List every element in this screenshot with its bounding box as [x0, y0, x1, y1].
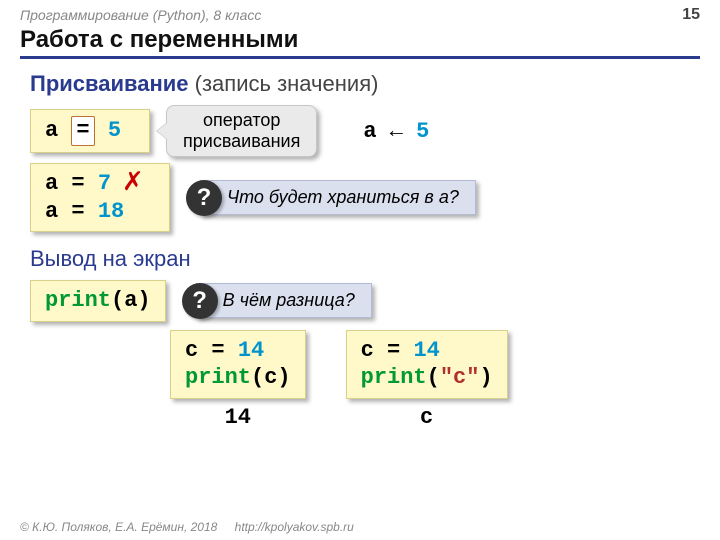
output-example-1: 14 [225, 405, 251, 430]
course-label: Программирование (Python), 8 класс [20, 7, 261, 23]
code-print-a: print(a) [30, 280, 166, 322]
question-what-stored: Что будет храниться в a? [200, 180, 476, 215]
footer: © К.Ю. Поляков, Е.А. Ерёмин, 2018 http:/… [20, 520, 354, 534]
callout-assignment-operator: оператор присваивания [166, 105, 317, 157]
output-example-2: c [420, 405, 433, 430]
code-reassign: a = 7 a = 18 ✗ [30, 163, 170, 232]
question-difference: В чём разница? [196, 283, 372, 318]
code-example-1: c = 14 print(c) [170, 330, 306, 399]
page-number: 15 [682, 6, 700, 24]
question-mark-icon: ? [186, 180, 222, 216]
arrow-notation: a ← 5 [363, 119, 429, 144]
cross-icon: ✗ [123, 162, 142, 202]
code-assign-basic: a = 5 [30, 109, 150, 153]
equals-highlight: = [71, 116, 94, 146]
section-assignment-heading: Присваивание (запись значения) [30, 71, 690, 97]
slide-title: Работа с переменными [20, 26, 700, 54]
code-example-2: c = 14 print("c") [346, 330, 508, 399]
section-output-heading: Вывод на экран [30, 246, 690, 272]
question-mark-icon: ? [182, 283, 218, 319]
